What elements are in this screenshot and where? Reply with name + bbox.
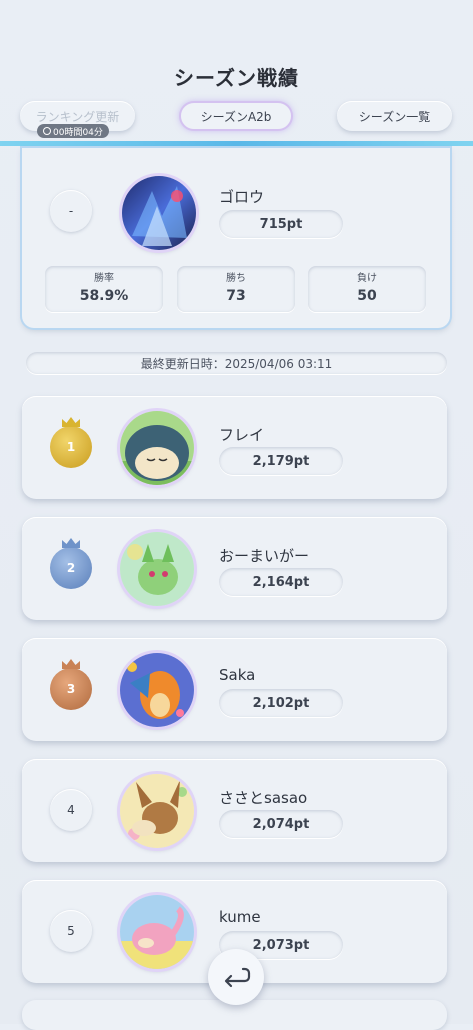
rank-badge: 5 [50,910,92,952]
player-points: 2,179pt [219,447,343,475]
clock-icon [43,127,51,135]
season-label: シーズンA2b [200,109,272,124]
wins-stat: 勝ち 73 [177,266,295,312]
update-timer-badge: 00時間04分 [37,124,109,138]
ranking-update-label: ランキング更新 [35,109,120,124]
player-avatar[interactable] [120,774,194,848]
my-rank-badge: - [50,190,92,232]
snorlax-avatar-image [120,411,194,485]
silver-medal-badge: 2 [50,538,92,589]
player-name: フレイ [219,426,265,444]
page-title: シーズン戦績 [174,66,299,90]
my-avatar[interactable] [122,176,196,250]
player-points: 2,074pt [219,810,343,838]
losses-value: 50 [357,288,377,304]
player-name: kume [219,908,261,926]
slowpoke-avatar-image [120,895,194,969]
rank-badge: 4 [50,789,92,831]
player-points: 2,164pt [219,568,343,596]
gold-medal-badge: 1 [50,417,92,468]
player-name: おーまいがー [219,547,310,565]
back-button[interactable] [208,949,264,1005]
win-rate-stat: 勝率 58.9% [45,266,163,312]
rank-number: 3 [66,682,76,696]
sprigatito-avatar-image [120,532,194,606]
losses-label: 負け [357,273,377,284]
player-name: Saka [219,666,256,684]
crown-icon [62,659,80,669]
crown-icon [62,538,80,548]
ranking-row[interactable]: 1 フレイ 2,179pt [22,396,447,499]
rank-number: 1 [66,440,76,454]
my-avatar-image [122,176,196,250]
my-player-name: ゴロウ [219,188,265,206]
wins-label: 勝ち [226,273,246,284]
win-rate-value: 58.9% [79,288,129,304]
rank-number: 2 [66,561,76,575]
season-tab-button[interactable]: シーズンA2b [179,101,293,131]
losses-stat: 負け 50 [308,266,426,312]
player-avatar[interactable] [120,895,194,969]
my-points: 715pt [219,210,343,238]
ranking-row[interactable]: 2 おーまいがー 2,164pt [22,517,447,620]
my-record-card: - ゴロウ 715pt 勝率 58.9% 勝ち 73 負け 50 [22,148,450,328]
last-updated-text: 最終更新日時：2025/04/06 03:11 [140,356,333,371]
player-avatar[interactable] [120,532,194,606]
ranking-row[interactable]: 4 ささとsasao 2,074pt [22,759,447,862]
my-rank-text: - [68,204,74,218]
bronze-medal-badge: 3 [50,659,92,710]
player-avatar[interactable] [120,653,194,727]
eevee-avatar-image [120,774,194,848]
player-points: 2,102pt [219,689,343,717]
ranking-row[interactable]: 3 Saka 2,102pt [22,638,447,741]
player-name: ささとsasao [219,789,308,807]
rank-number: 5 [67,924,75,938]
charizard-avatar-image [120,653,194,727]
season-list-label: シーズン一覧 [358,109,431,124]
season-list-button[interactable]: シーズン一覧 [337,101,452,131]
timer-text: 00時間04分 [53,127,103,138]
win-rate-label: 勝率 [94,273,114,284]
player-avatar[interactable] [120,411,194,485]
wins-value: 73 [226,288,246,304]
return-arrow-icon [224,967,251,988]
rank-number: 4 [67,803,75,817]
crown-icon [62,417,80,427]
last-updated-bar: 最終更新日時：2025/04/06 03:11 [26,352,447,374]
header-divider [0,141,473,146]
